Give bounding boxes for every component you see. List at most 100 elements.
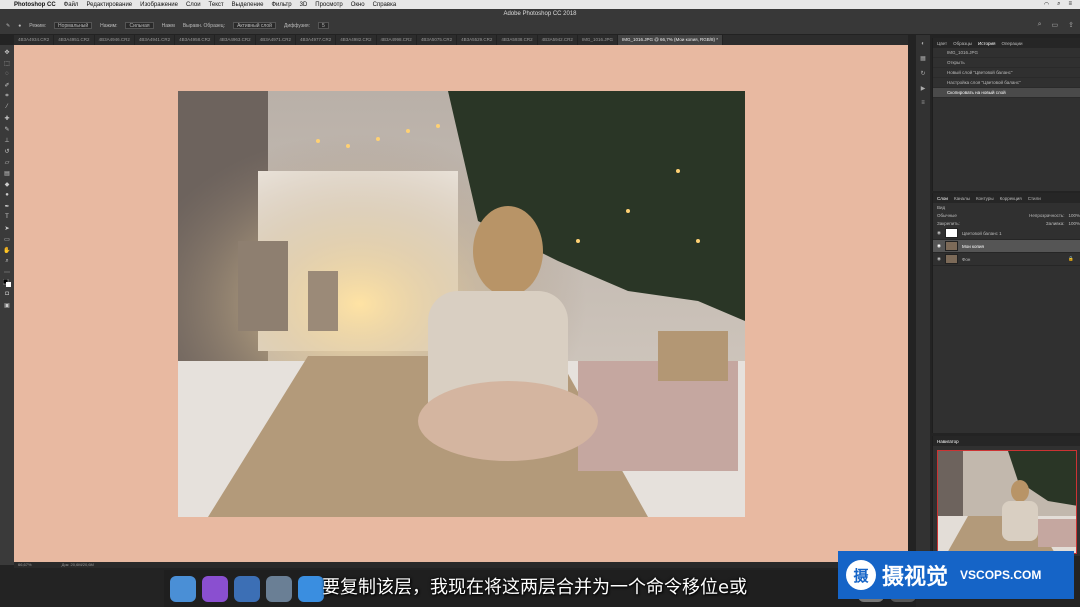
actions-panel-icon[interactable]: ▶ bbox=[921, 85, 926, 92]
blend-mode-select[interactable]: Обычные bbox=[937, 213, 957, 218]
history-snapshot[interactable]: IMG_1016.JPG bbox=[933, 48, 1080, 58]
path-select-icon[interactable]: ➤ bbox=[3, 224, 11, 232]
healing-tool-icon[interactable]: ✚ bbox=[3, 114, 11, 122]
zoom-readout[interactable]: 66,67% bbox=[18, 562, 32, 568]
tab-navigator[interactable]: Навигатор bbox=[937, 439, 959, 444]
doc-tab[interactable]: 4B3A5942.CR2 bbox=[538, 35, 578, 45]
canvas-area[interactable] bbox=[14, 45, 908, 562]
quick-select-tool-icon[interactable]: ✐ bbox=[3, 81, 11, 89]
search-icon[interactable]: ⌕ bbox=[1038, 21, 1042, 29]
eyedropper-tool-icon[interactable]: ⁄ bbox=[3, 103, 11, 111]
eye-icon[interactable]: ◉ bbox=[937, 256, 941, 262]
layer-row-selected[interactable]: ◉ Мои копия bbox=[933, 240, 1080, 253]
tab-history[interactable]: История bbox=[978, 41, 995, 46]
doc-tab[interactable]: 4B3A4941.CR2 bbox=[135, 35, 176, 45]
screen-mode-icon[interactable]: ▣ bbox=[3, 301, 11, 309]
tab-channels[interactable]: Каналы bbox=[954, 196, 970, 201]
tab-actions[interactable]: Операции bbox=[1001, 41, 1022, 46]
doc-tab[interactable]: 4B3A4958.CR2 bbox=[175, 35, 216, 45]
history-panel-icon[interactable]: ↻ bbox=[920, 70, 925, 77]
stamp-tool-icon[interactable]: ⊥ bbox=[3, 136, 11, 144]
history-item-selected[interactable]: Скопировать на новый слой bbox=[933, 88, 1080, 98]
menu-window[interactable]: Окно bbox=[351, 2, 365, 8]
eye-icon[interactable]: ◉ bbox=[937, 230, 941, 236]
history-item[interactable]: Настройка слоя "Цветовой баланс" bbox=[933, 78, 1080, 88]
search-icon[interactable]: ⌕ bbox=[1057, 1, 1060, 8]
doc-tab[interactable]: 4B3A4946.CR2 bbox=[95, 35, 135, 45]
tab-paths[interactable]: Контуры bbox=[976, 196, 994, 201]
history-item[interactable]: Новый слой "Цветовой баланс" bbox=[933, 68, 1080, 78]
hand-tool-icon[interactable]: ✋ bbox=[3, 246, 11, 254]
menu-filter[interactable]: Фильтр bbox=[271, 2, 291, 8]
doc-tab[interactable]: 4B3A5938.CR2 bbox=[497, 35, 538, 45]
quick-mask-icon[interactable]: ◘ bbox=[3, 290, 11, 298]
document-image[interactable] bbox=[178, 91, 745, 517]
properties-panel-icon[interactable]: ≡ bbox=[921, 100, 925, 106]
color-panel-icon[interactable]: ◐ bbox=[921, 41, 925, 47]
menu-3d[interactable]: 3D bbox=[300, 2, 308, 8]
photos-app-icon[interactable] bbox=[266, 575, 292, 602]
menu-app[interactable]: Photoshop CC bbox=[14, 2, 56, 8]
doc-tab[interactable]: 4B3A4998.CR2 bbox=[377, 35, 417, 45]
share-icon[interactable]: ⇪ bbox=[1068, 21, 1074, 29]
more-tools-icon[interactable]: ⋯ bbox=[3, 268, 11, 276]
tab-color[interactable]: Цвет bbox=[937, 41, 947, 46]
doc-tab[interactable]: 4B3A4951.CR2 bbox=[54, 35, 95, 45]
workspace-icon[interactable]: ▭ bbox=[1052, 21, 1059, 29]
mode-select[interactable]: Нормальный bbox=[54, 22, 93, 29]
menu-layers[interactable]: Слои bbox=[186, 2, 201, 8]
menu-type[interactable]: Текст bbox=[209, 2, 224, 8]
wifi-icon[interactable]: ◠ bbox=[1044, 1, 1049, 8]
tab-adjustments[interactable]: Коррекция bbox=[1000, 196, 1022, 201]
doc-tab[interactable]: 4B3A4963.CR2 bbox=[215, 35, 256, 45]
finder-icon[interactable] bbox=[170, 575, 196, 602]
siri-icon[interactable] bbox=[202, 575, 228, 602]
doc-tab[interactable]: 4B3A4971.CR2 bbox=[256, 35, 296, 45]
layer-filter-select[interactable]: Вид bbox=[937, 205, 945, 210]
move-tool-icon[interactable]: ✥ bbox=[3, 48, 11, 56]
tab-layers[interactable]: Слои bbox=[937, 196, 948, 201]
doc-tab[interactable]: 4B3A4977.CR2 bbox=[296, 35, 337, 45]
swatches-panel-icon[interactable]: ▦ bbox=[920, 55, 926, 62]
menu-image[interactable]: Изображение bbox=[140, 2, 178, 8]
fill-input[interactable]: 100% bbox=[1068, 221, 1080, 226]
history-item[interactable]: Открыть bbox=[933, 58, 1080, 68]
list-icon[interactable]: ≡ bbox=[1068, 1, 1072, 8]
brush-size-icon[interactable]: ● bbox=[18, 23, 21, 29]
menu-file[interactable]: Файл bbox=[64, 2, 79, 8]
doc-tab-active[interactable]: IMG_1016.JPG @ 66,7% (Мои копия, RGB/8) … bbox=[617, 35, 724, 45]
type-tool-icon[interactable]: T bbox=[3, 213, 11, 221]
doc-tab[interactable]: 4B3A4934.CR2 bbox=[14, 35, 55, 45]
blur-tool-icon[interactable]: ◆ bbox=[3, 180, 11, 188]
launchpad-icon[interactable] bbox=[234, 575, 260, 602]
opacity-select[interactable]: Сильная bbox=[125, 22, 154, 29]
lasso-tool-icon[interactable]: ◌ bbox=[3, 70, 11, 78]
layer-row[interactable]: ◉ Цветовой баланс 1 bbox=[933, 227, 1080, 240]
pen-tool-icon[interactable]: ✒ bbox=[3, 202, 11, 210]
safari-icon[interactable] bbox=[298, 575, 324, 602]
gradient-tool-icon[interactable]: ▤ bbox=[3, 169, 11, 177]
brush-tool-icon[interactable]: ✎ bbox=[6, 23, 10, 29]
eye-icon[interactable]: ◉ bbox=[937, 243, 941, 249]
doc-tab[interactable]: 4B3A5075.CR2 bbox=[417, 35, 458, 45]
brush-tool-icon[interactable]: ✎ bbox=[3, 125, 11, 133]
dodge-tool-icon[interactable]: ● bbox=[3, 191, 11, 199]
opacity-input[interactable]: 100% bbox=[1068, 213, 1080, 218]
doc-tab[interactable]: 4B3A4982.CR2 bbox=[336, 35, 377, 45]
sample-select[interactable]: Активный слой bbox=[233, 22, 276, 29]
navigator-preview[interactable] bbox=[937, 450, 1077, 554]
doc-tab[interactable]: IMG_1016.JPG bbox=[578, 35, 618, 45]
doc-tab[interactable]: 4B3A5529.CR2 bbox=[457, 35, 498, 45]
history-brush-icon[interactable]: ↺ bbox=[3, 147, 11, 155]
tab-styles[interactable]: Стили bbox=[1028, 196, 1041, 201]
tab-swatches[interactable]: Образцы bbox=[953, 41, 972, 46]
color-swatch-icon[interactable] bbox=[3, 279, 11, 287]
menu-select[interactable]: Выделение bbox=[232, 2, 264, 8]
menu-help[interactable]: Справка bbox=[373, 2, 397, 8]
crop-tool-icon[interactable]: ⌗ bbox=[3, 92, 11, 100]
layer-row[interactable]: ◉ Фон 🔒 bbox=[933, 253, 1080, 266]
eraser-tool-icon[interactable]: ▱ bbox=[3, 158, 11, 166]
marquee-tool-icon[interactable]: ⬚ bbox=[3, 59, 11, 67]
menu-view[interactable]: Просмотр bbox=[315, 2, 342, 8]
menu-edit[interactable]: Редактирование bbox=[86, 2, 132, 8]
